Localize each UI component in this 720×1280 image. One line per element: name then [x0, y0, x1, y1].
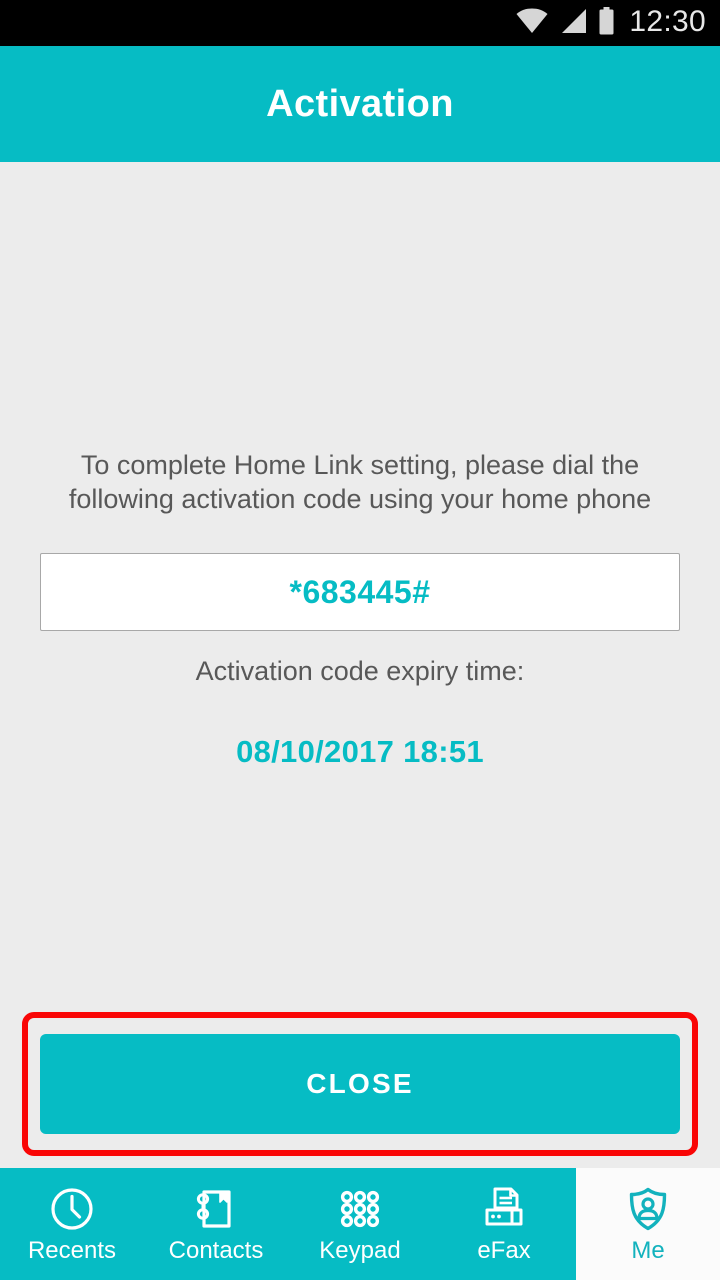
clock-icon — [49, 1185, 95, 1233]
close-button[interactable]: CLOSE — [40, 1034, 680, 1134]
expiry-value: 08/10/2017 18:51 — [236, 734, 484, 769]
bottom-navigation-bar: Recents Contacts Keypad eFax Me — [0, 1168, 720, 1280]
status-bar-clock: 12:30 — [629, 5, 706, 38]
content-area: To complete Home Link setting, please di… — [0, 162, 720, 1168]
expiry-label: Activation code expiry time: — [195, 656, 525, 686]
nav-label-recents: Recents — [27, 1237, 117, 1264]
nav-label-me: Me — [631, 1237, 665, 1264]
nav-label-efax: eFax — [477, 1237, 531, 1264]
nav-label-contacts: Contacts — [168, 1237, 264, 1264]
activation-code-box: *683445# — [40, 553, 680, 631]
nav-item-keypad[interactable]: Keypad — [288, 1168, 432, 1280]
activation-code-value: *683445# — [289, 573, 431, 610]
instruction-text: To complete Home Link setting, please di… — [68, 450, 652, 515]
wifi-icon — [516, 8, 548, 39]
nav-item-me[interactable]: Me — [576, 1168, 720, 1280]
nav-item-contacts[interactable]: Contacts — [144, 1168, 288, 1280]
battery-icon — [598, 6, 615, 40]
status-bar-icons — [516, 6, 615, 40]
fax-printer-icon — [481, 1185, 527, 1233]
nav-item-efax[interactable]: eFax — [432, 1168, 576, 1280]
address-book-icon — [193, 1185, 239, 1233]
nav-item-recents[interactable]: Recents — [0, 1168, 144, 1280]
status-bar: 12:30 — [0, 0, 720, 46]
nav-label-keypad: Keypad — [319, 1237, 401, 1264]
dialpad-icon — [337, 1185, 383, 1233]
shield-person-icon — [625, 1185, 671, 1233]
page-title: Activation — [266, 82, 454, 125]
app-bar: Activation — [0, 46, 720, 162]
cellular-signal-icon — [559, 8, 587, 39]
